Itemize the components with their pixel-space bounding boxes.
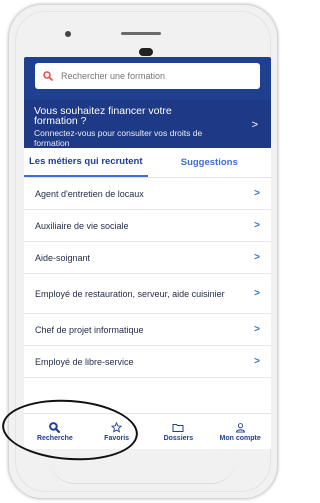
phone-bottom-edge (49, 458, 237, 484)
search-icon (49, 421, 61, 433)
tab-metiers-qui-recrutent[interactable]: Les métiers qui recrutent (24, 148, 148, 177)
list-item-label: Employé de restauration, serveur, aide c… (35, 288, 225, 299)
star-icon (111, 421, 123, 433)
list-item-label: Employé de libre-service (35, 356, 134, 367)
finance-banner-title: Vous souhaitez financer votre formation … (34, 105, 172, 127)
nav-favoris[interactable]: Favoris (86, 414, 148, 449)
search-input[interactable] (61, 71, 241, 81)
nav-label: Recherche (36, 434, 73, 442)
nav-label: Favoris (104, 434, 130, 442)
nav-label: Dossiers (163, 434, 194, 442)
list-item[interactable]: Auxiliaire de vie sociale > (24, 210, 271, 242)
list-item[interactable]: Aide-soignant > (24, 242, 271, 274)
search-header (24, 57, 271, 100)
search-bar[interactable] (35, 63, 260, 89)
list-item[interactable]: Employé de libre-service > (24, 346, 271, 378)
nav-label: Mon compte (219, 434, 261, 442)
nav-mon-compte[interactable]: Mon compte (209, 414, 271, 449)
front-camera (65, 31, 71, 37)
bottom-navigation: Recherche Favoris Dossiers Mon compte (24, 413, 271, 449)
tab-bar: Les métiers qui recrutent Suggestions (24, 148, 271, 178)
chevron-right-icon: > (254, 324, 260, 335)
folder-icon (172, 423, 184, 432)
sensor-pill (139, 48, 153, 56)
chevron-right-icon: > (254, 188, 260, 199)
chevron-right-icon: > (254, 220, 260, 231)
nav-dossiers[interactable]: Dossiers (148, 414, 210, 449)
list-item-label: Aide-soignant (35, 252, 91, 263)
list-item-label: Agent d'entretien de locaux (35, 188, 144, 199)
nav-recherche[interactable]: Recherche (24, 414, 86, 449)
app-screen: Vous souhaitez financer votre formation … (24, 57, 271, 449)
chevron-right-icon: > (254, 252, 260, 263)
chevron-right-icon: > (254, 288, 260, 299)
list-item[interactable]: Agent d'entretien de locaux > (24, 178, 271, 210)
tab-suggestions[interactable]: Suggestions (148, 148, 272, 177)
job-list: Agent d'entretien de locaux > Auxiliaire… (24, 178, 271, 378)
earpiece-speaker (121, 32, 161, 35)
user-icon (235, 422, 245, 433)
chevron-right-icon: > (251, 119, 258, 131)
finance-banner[interactable]: Vous souhaitez financer votre formation … (24, 100, 271, 148)
list-item-label: Chef de projet informatique (35, 324, 144, 335)
finance-banner-subtitle: Connectez-vous pour consulter vos droits… (34, 128, 203, 148)
chevron-right-icon: > (254, 356, 260, 367)
list-item-label: Auxiliaire de vie sociale (35, 220, 129, 231)
list-item[interactable]: Employé de restauration, serveur, aide c… (24, 274, 271, 314)
search-icon (43, 71, 53, 81)
list-item[interactable]: Chef de projet informatique > (24, 314, 271, 346)
